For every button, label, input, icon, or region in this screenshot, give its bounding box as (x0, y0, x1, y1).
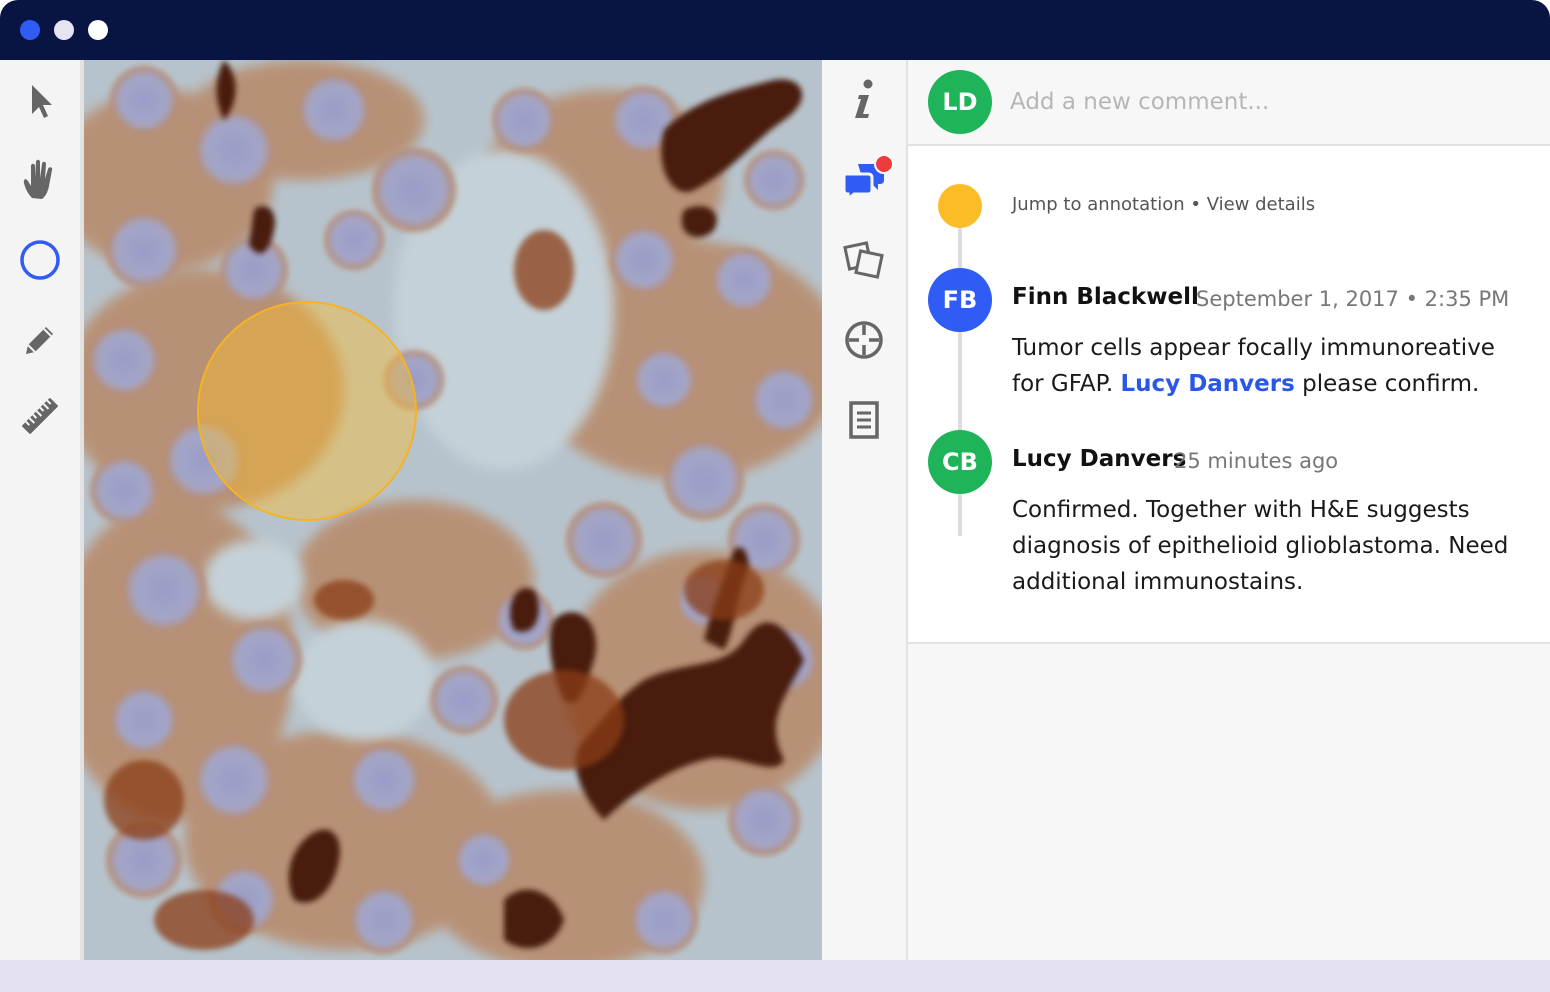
comment-timestamp: 25 minutes ago (1174, 449, 1339, 473)
comment-text: please confirm. (1294, 371, 1480, 397)
crosshair-icon (845, 321, 883, 359)
avatar-initials: FB (942, 286, 978, 314)
app-window: LD Jump to annotation • View details FB … (0, 0, 1550, 960)
info-panel-button[interactable] (842, 78, 886, 122)
comment-body: Confirmed. Together with H&E suggests di… (1012, 497, 1509, 595)
select-tool-button[interactable] (18, 80, 62, 124)
info-icon (855, 79, 873, 118)
ruler-tool-button[interactable] (18, 394, 62, 438)
annotation-marker[interactable] (938, 184, 982, 228)
window-close-dot[interactable] (20, 20, 40, 40)
slide-viewer[interactable] (84, 60, 822, 960)
avatar-initials: CB (942, 448, 978, 476)
slides-panel-button[interactable] (842, 238, 886, 282)
comment-thread: Jump to annotation • View details FB Fin… (908, 146, 1550, 644)
avatar[interactable]: FB (928, 268, 992, 332)
annotation-toolbar (0, 60, 84, 960)
circle-annotation[interactable] (197, 301, 417, 521)
comment-timestamp: September 1, 2017 • 2:35 PM (1196, 287, 1510, 311)
comment-input[interactable] (1010, 82, 1510, 122)
view-details-link[interactable]: View details (1207, 194, 1315, 215)
tissue-image (84, 60, 822, 960)
hand-icon (23, 159, 53, 199)
notification-badge (874, 154, 894, 174)
comments-panel: LD Jump to annotation • View details FB … (908, 60, 1550, 960)
bottom-strip (0, 960, 1550, 992)
avatar-initials: LD (942, 88, 978, 116)
report-panel-button[interactable] (842, 398, 886, 442)
pencil-tool-button[interactable] (18, 318, 62, 362)
crosshair-panel-button[interactable] (842, 318, 886, 362)
comment-author[interactable]: Finn Blackwell (1012, 284, 1199, 310)
ruler-icon (22, 398, 58, 434)
title-bar (0, 0, 1550, 60)
comment-composer: LD (908, 60, 1550, 146)
link-separator: • (1184, 194, 1207, 215)
comment-author[interactable]: Lucy Danvers (1012, 446, 1186, 472)
thread-links: Jump to annotation • View details (1012, 194, 1315, 215)
comment-body: Tumor cells appear focally immunoreative… (1012, 330, 1532, 402)
avatar: LD (928, 70, 992, 134)
avatar[interactable]: CB (928, 430, 992, 494)
cursor-arrow-icon (32, 85, 52, 118)
user-mention-link[interactable]: Lucy Danvers (1121, 371, 1295, 397)
panel-icon-bar (822, 60, 908, 960)
circle-tool-button[interactable] (18, 238, 62, 282)
pan-tool-button[interactable] (18, 158, 62, 202)
window-maximize-dot[interactable] (88, 20, 108, 40)
overlapping-squares-icon (843, 241, 884, 279)
jump-to-annotation-link[interactable]: Jump to annotation (1012, 194, 1185, 215)
pencil-icon (26, 327, 53, 354)
document-icon (849, 401, 879, 439)
circle-icon (20, 240, 60, 280)
window-minimize-dot[interactable] (54, 20, 74, 40)
